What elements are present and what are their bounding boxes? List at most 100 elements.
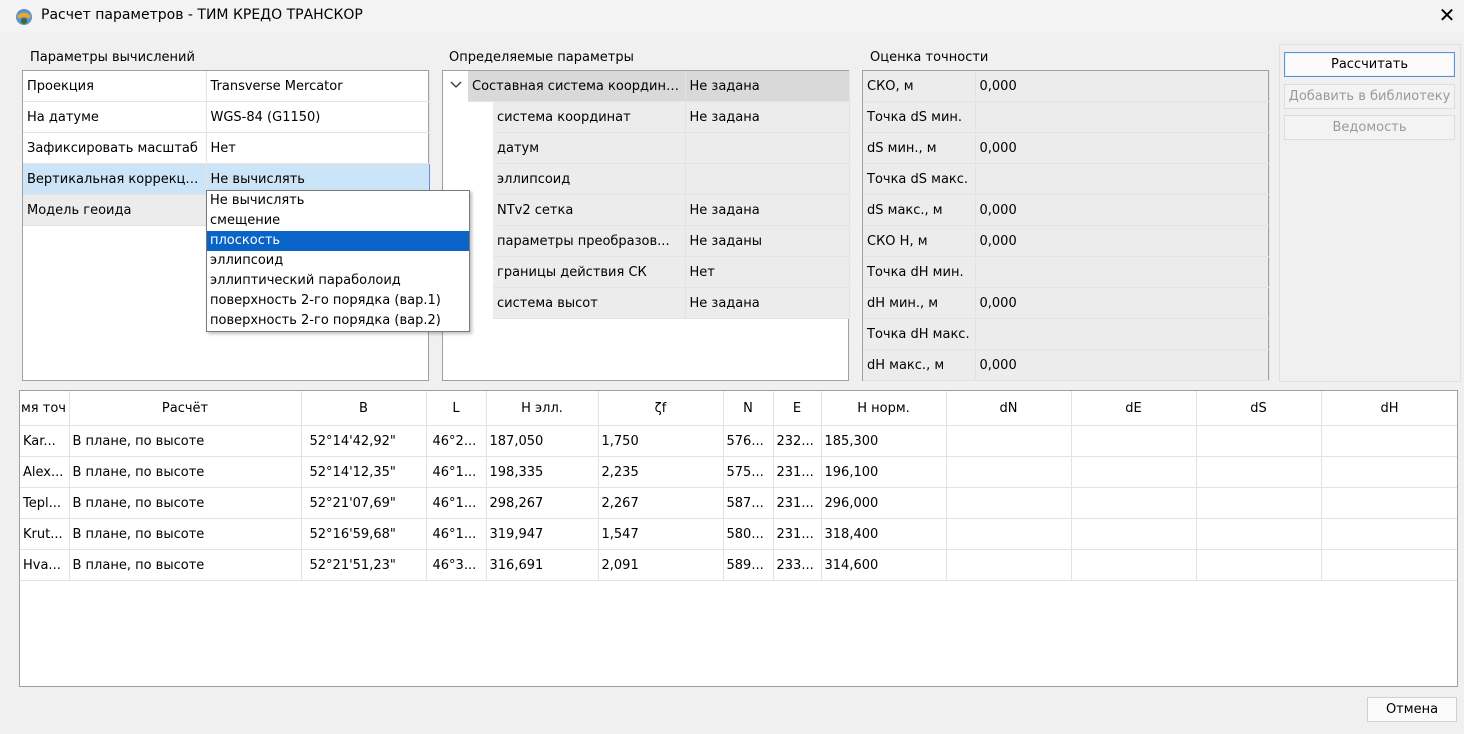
close-icon[interactable]: ✕ [1430, 0, 1464, 32]
tree-child-value [685, 163, 850, 195]
cell [1196, 549, 1322, 581]
tree-child-row[interactable]: параметры преобразов... Не заданы [493, 225, 850, 257]
accuracy-row: Точка dS мин. [863, 101, 1270, 133]
dropdown-option-selected[interactable]: плоскость [207, 231, 469, 251]
column-header[interactable]: Расчёт [69, 391, 302, 426]
cell [1196, 487, 1322, 519]
cell: 2,235 [598, 456, 724, 488]
dropdown-option[interactable]: эллипсоид [207, 251, 469, 271]
column-header[interactable]: dS [1196, 391, 1322, 426]
determined-params-label: Определяемые параметры [449, 50, 634, 65]
accuracy-value: 0,000 [975, 225, 1270, 257]
column-header[interactable]: N [723, 391, 774, 426]
accuracy-value: 0,000 [975, 349, 1270, 381]
param-row-fix-scale[interactable]: Зафиксировать масштаб Нет [23, 132, 430, 164]
column-header[interactable]: L [426, 391, 487, 426]
column-header[interactable]: dE [1071, 391, 1197, 426]
vertical-correction-dropdown: Не вычислять смещение плоскость эллипсои… [206, 190, 470, 332]
accuracy-value: 0,000 [975, 132, 1270, 164]
column-header[interactable]: E [773, 391, 822, 426]
table-row[interactable]: Kar... В плане, по высоте 52°14'42,92" 4… [20, 425, 1457, 457]
cell: 52°21'07,69" [301, 487, 427, 519]
cell [1321, 487, 1457, 519]
add-library-button[interactable]: Добавить в библиотеку [1284, 84, 1455, 109]
tree-child-value: Не задана [685, 287, 850, 319]
cell [1196, 456, 1322, 488]
cell: 187,050 [486, 425, 599, 457]
cancel-button[interactable]: Отмена [1367, 697, 1457, 722]
tree-child-value [685, 132, 850, 164]
cell [1196, 518, 1322, 550]
tree-child-row[interactable]: эллипсоид [493, 163, 850, 195]
tree-child-name: параметры преобразов... [493, 225, 686, 257]
accuracy-value: 0,000 [975, 287, 1270, 319]
tree-child-row[interactable]: система координат Не задана [493, 102, 850, 133]
column-header[interactable]: dN [946, 391, 1072, 426]
accuracy-name: Точка dH мин. [863, 256, 976, 288]
cell: 314,600 [821, 549, 947, 581]
param-row-datum[interactable]: На датуме WGS-84 (G1150) [23, 101, 430, 133]
param-row-projection[interactable]: Проекция Transverse Mercator [23, 71, 430, 102]
tree-child-row[interactable]: NTv2 сетка Не задана [493, 194, 850, 226]
tree-child-name: система координат [493, 102, 686, 133]
dropdown-option[interactable]: смещение [207, 211, 469, 231]
accuracy-label: Оценка точности [870, 50, 989, 65]
table-row[interactable]: Alex... В плане, по высоте 52°14'12,35" … [20, 456, 1457, 488]
cell [1321, 549, 1457, 581]
accuracy-name: dH макс., м [863, 349, 976, 381]
cell: 1,547 [598, 518, 724, 550]
tree-child-row[interactable]: датум [493, 132, 850, 164]
cell: 231... [773, 487, 822, 519]
cell: 296,000 [821, 487, 947, 519]
dropdown-option[interactable]: поверхность 2-го порядка (вар.2) [207, 311, 469, 331]
cell: 316,691 [486, 549, 599, 581]
cell [946, 549, 1072, 581]
points-table: мя точ Расчёт B L H элл. ζf N E H норм. … [19, 390, 1458, 687]
column-header[interactable]: H норм. [821, 391, 947, 426]
cell: 233... [773, 549, 822, 581]
cell: 1,750 [598, 425, 724, 457]
cell [1196, 425, 1322, 457]
accuracy-name: СКО Н, м [863, 225, 976, 257]
table-row[interactable]: Krut... В плане, по высоте 52°16'59,68" … [20, 518, 1457, 550]
cell: 52°14'42,92" [301, 425, 427, 457]
accuracy-name: dH мин., м [863, 287, 976, 319]
tree-child-row[interactable]: границы действия СК Нет [493, 256, 850, 288]
dropdown-option[interactable]: Не вычислять [207, 191, 469, 211]
cell [1071, 518, 1197, 550]
param-value[interactable]: WGS-84 (G1150) [206, 101, 430, 133]
tree-child-value: Не заданы [685, 225, 850, 257]
tree-parent-row[interactable]: Составная система координат Не задана [468, 71, 850, 102]
table-row[interactable]: Tepl... В плане, по высоте 52°21'07,69" … [20, 487, 1457, 519]
tree-child-value: Не задана [685, 194, 850, 226]
accuracy-value [975, 318, 1270, 350]
cell: 52°16'59,68" [301, 518, 427, 550]
column-header[interactable]: H элл. [486, 391, 599, 426]
cell: В плане, по высоте [69, 487, 302, 519]
param-value[interactable]: Нет [206, 132, 430, 164]
column-header[interactable]: B [301, 391, 427, 426]
column-header[interactable]: ζf [598, 391, 724, 426]
column-header[interactable]: мя точ [20, 391, 70, 426]
determined-params-panel: Составная система координат Не задана си… [442, 70, 850, 381]
table-row[interactable]: Hva... В плане, по высоте 52°21'51,23" 4… [20, 549, 1457, 581]
cell: В плане, по высоте [69, 549, 302, 581]
calculate-button[interactable]: Рассчитать [1284, 52, 1455, 77]
column-header[interactable]: dH [1321, 391, 1457, 426]
tree-child-row[interactable]: система высот Не задана [493, 287, 850, 319]
tree-child-value: Нет [685, 256, 850, 288]
cell: В плане, по высоте [69, 425, 302, 457]
param-name: Вертикальная коррекция [23, 163, 207, 195]
dropdown-option[interactable]: эллиптический параболоид [207, 271, 469, 291]
dropdown-option[interactable]: поверхность 2-го порядка (вар.1) [207, 291, 469, 311]
param-name: Проекция [23, 71, 207, 102]
tree-parent-value: Не задана [685, 71, 850, 102]
tree-child-value: Не задана [685, 102, 850, 133]
param-value[interactable]: Transverse Mercator [206, 71, 430, 102]
cell: 589... [723, 549, 774, 581]
cell: Krut... [20, 518, 70, 550]
statement-button[interactable]: Ведомость [1284, 115, 1455, 140]
cell [946, 487, 1072, 519]
chevron-down-icon[interactable] [448, 77, 464, 93]
cell: 46°3... [426, 549, 487, 581]
